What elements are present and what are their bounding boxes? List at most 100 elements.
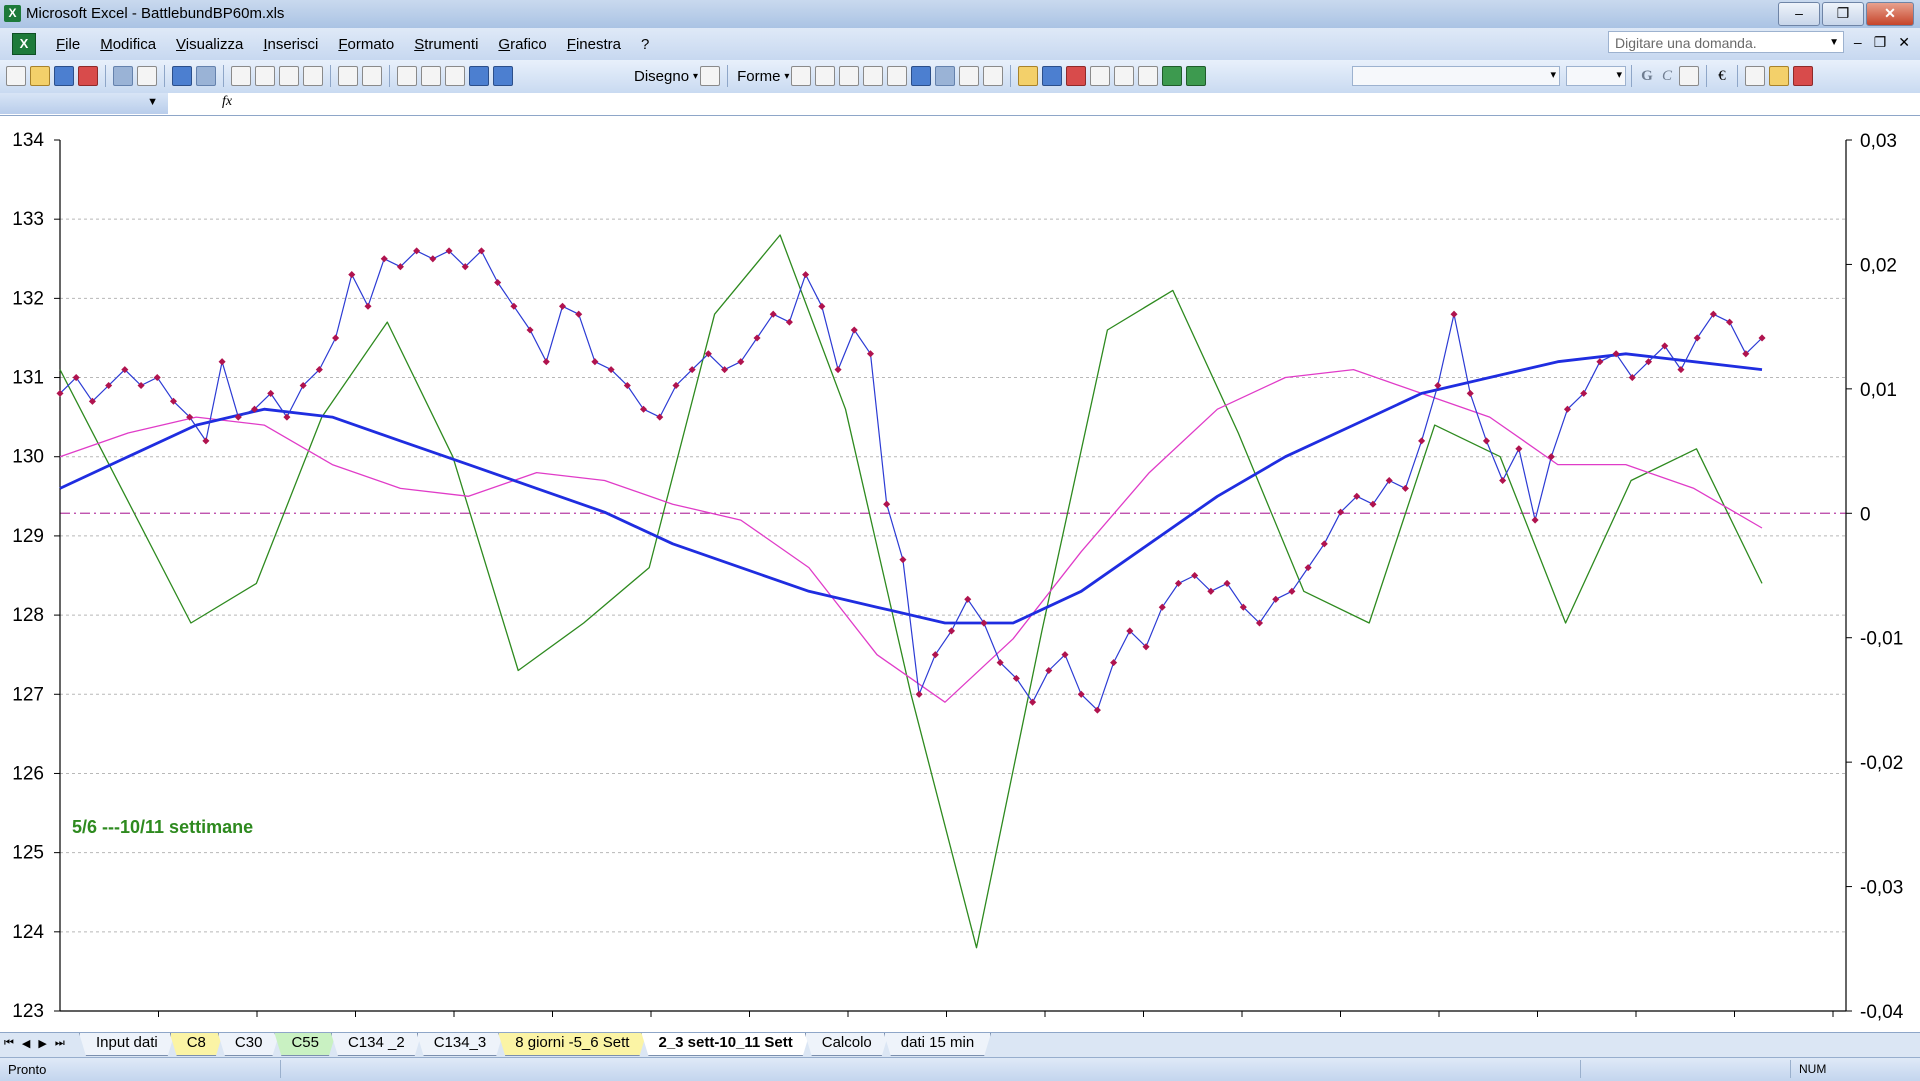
menu-item[interactable]: Finestra (557, 36, 631, 53)
euro-button[interactable]: € (1712, 68, 1732, 85)
next-sheet-icon[interactable]: ▶ (38, 1037, 46, 1050)
data-point[interactable] (218, 358, 226, 366)
data-point[interactable] (1029, 698, 1037, 706)
prev-sheet-icon[interactable]: ◀ (22, 1037, 30, 1050)
sheet-tab[interactable]: 8 giorni -5_6 Sett (498, 1033, 646, 1056)
data-point[interactable] (380, 255, 388, 263)
data-point[interactable] (591, 358, 599, 366)
series-line[interactable] (59, 352, 1763, 625)
paste-icon[interactable] (279, 66, 299, 86)
fx-icon[interactable]: fx (222, 94, 232, 110)
chart-wizard-icon[interactable] (469, 66, 489, 86)
data-point[interactable] (1450, 310, 1458, 318)
fill-color-icon[interactable] (1018, 66, 1039, 86)
menu-item[interactable]: Visualizza (166, 36, 253, 53)
save-icon[interactable] (54, 66, 74, 86)
text-color-icon[interactable] (1793, 66, 1813, 86)
data-point[interactable] (510, 302, 518, 310)
chevron-down-icon[interactable]: ▼ (147, 96, 158, 108)
fill-icon[interactable] (1769, 66, 1789, 86)
menu-item[interactable]: Modifica (90, 36, 166, 53)
data-point[interactable] (639, 405, 648, 413)
data-point[interactable] (332, 334, 340, 342)
hyperlink-icon[interactable] (397, 66, 417, 86)
excel-app-icon[interactable]: X (4, 5, 21, 22)
data-point[interactable] (1531, 516, 1539, 524)
shapes-dropdown-icon[interactable]: ▾ (784, 71, 789, 82)
doc-restore-button[interactable]: ❐ (1874, 34, 1887, 51)
data-point[interactable] (737, 358, 745, 366)
close-button[interactable]: ✕ (1866, 2, 1914, 26)
menu-item[interactable]: Strumenti (404, 36, 488, 53)
data-point[interactable] (558, 302, 567, 310)
oval-icon[interactable] (863, 66, 884, 86)
data-point[interactable] (1726, 318, 1734, 326)
minimize-button[interactable]: – (1778, 2, 1820, 26)
new-icon[interactable] (6, 66, 26, 86)
data-point[interactable] (1110, 659, 1118, 667)
textbox-icon[interactable] (887, 66, 908, 86)
sheet-tab[interactable]: C8 (170, 1033, 223, 1056)
copy-icon[interactable] (255, 66, 275, 86)
data-point[interactable] (364, 302, 372, 310)
data-point[interactable] (1158, 603, 1166, 611)
help-icon[interactable] (493, 66, 513, 86)
data-point[interactable] (818, 302, 826, 310)
data-point[interactable] (1272, 595, 1280, 603)
data-point[interactable] (1482, 437, 1490, 445)
name-box[interactable]: ▼ (0, 93, 168, 114)
help-search-input[interactable]: Digitare una domanda. ▼ (1608, 31, 1844, 53)
data-point[interactable] (1547, 453, 1555, 461)
data-point[interactable] (1369, 500, 1377, 508)
data-point[interactable] (153, 373, 161, 382)
data-point[interactable] (964, 595, 972, 603)
autosum-icon[interactable] (421, 66, 441, 86)
data-point[interactable] (1466, 389, 1474, 397)
data-point[interactable] (753, 334, 761, 342)
data-point[interactable] (769, 310, 777, 318)
data-point[interactable] (834, 366, 842, 374)
data-point[interactable] (850, 326, 858, 334)
select-objects-icon[interactable] (700, 66, 721, 86)
data-point[interactable] (947, 627, 956, 635)
data-point[interactable] (1385, 476, 1393, 485)
dash-style-icon[interactable] (1114, 66, 1135, 86)
undo-icon[interactable] (338, 66, 358, 86)
line-chart[interactable]: 134 133 132 131 130 129 128 127 126 125 124 123 0,03… (0, 116, 1920, 1032)
data-point[interactable] (802, 271, 810, 279)
clipart-icon[interactable] (959, 66, 980, 86)
data-point[interactable] (1288, 587, 1296, 595)
rectangle-icon[interactable] (839, 66, 860, 86)
font-size-combo[interactable] (1566, 66, 1626, 86)
sheet-tab[interactable]: Input dati (79, 1033, 175, 1056)
series-line[interactable] (59, 250, 1763, 711)
align-icon[interactable] (1679, 66, 1699, 86)
sheet-tab[interactable]: 2_3 sett-10_11 Sett (641, 1033, 809, 1056)
sheet-tab[interactable]: C55 (274, 1033, 336, 1056)
data-point[interactable] (1304, 564, 1312, 572)
data-point[interactable] (542, 358, 550, 366)
doc-close-button[interactable]: ✕ (1898, 34, 1910, 51)
data-point[interactable] (1677, 366, 1685, 374)
data-point[interactable] (785, 318, 793, 326)
print-icon[interactable] (113, 66, 133, 86)
research-icon[interactable] (196, 66, 216, 86)
open-icon[interactable] (30, 66, 50, 86)
data-point[interactable] (1223, 579, 1231, 587)
draw-dropdown-icon[interactable]: ▾ (693, 71, 698, 82)
bold-button[interactable]: G (1637, 68, 1657, 85)
shapes-menu[interactable]: Forme (733, 68, 784, 85)
data-point[interactable] (1320, 540, 1328, 548)
cut-icon[interactable] (231, 66, 251, 86)
workbook-icon[interactable]: X (12, 33, 36, 55)
data-point[interactable] (1401, 484, 1409, 492)
data-point[interactable] (656, 413, 664, 421)
permission-icon[interactable] (78, 66, 98, 86)
menu-item[interactable]: Inserisci (253, 36, 328, 53)
format-painter-icon[interactable] (303, 66, 323, 86)
arrow-style-icon[interactable] (1138, 66, 1159, 86)
data-point[interactable] (1709, 310, 1717, 318)
sheet-tab[interactable]: C134_3 (417, 1033, 504, 1056)
draw-menu[interactable]: Disegno (630, 68, 693, 85)
data-point[interactable] (915, 690, 923, 698)
